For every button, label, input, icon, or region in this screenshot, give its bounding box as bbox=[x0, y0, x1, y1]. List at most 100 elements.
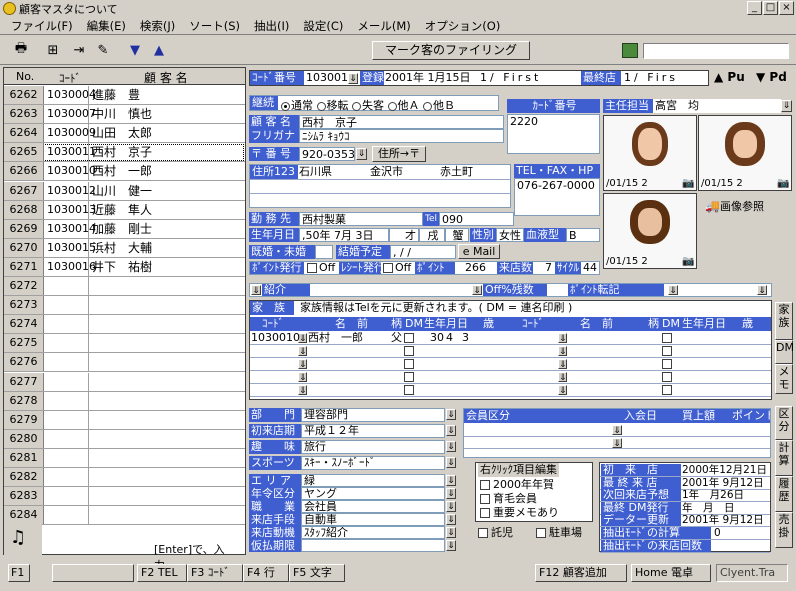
address-town[interactable]: 赤土町 bbox=[440, 165, 473, 179]
job-field[interactable]: 会社員 bbox=[301, 500, 445, 513]
image-reference-button[interactable]: 🚚画像参照 bbox=[705, 198, 791, 216]
tab-receivable[interactable]: 売掛 bbox=[775, 512, 793, 548]
f4-row-key[interactable]: F4 行 bbox=[243, 564, 289, 582]
menu-option[interactable]: オプション(O) bbox=[418, 18, 508, 34]
toolbar-text-field[interactable] bbox=[643, 43, 789, 59]
family-code-dropdown-icon[interactable]: ⇓ bbox=[558, 346, 567, 357]
age-group-field[interactable]: ヤング bbox=[301, 487, 445, 500]
customer-row[interactable]: 6263 1030007 中川 慎也 bbox=[4, 105, 245, 125]
f5-text-key[interactable]: F5 文字 bbox=[289, 564, 345, 582]
family-code-dropdown-icon[interactable]: ⇓ bbox=[558, 385, 567, 396]
last-store-value[interactable]: 1/ Firs bbox=[624, 71, 678, 85]
member-dropdown-icon-1[interactable]: ⇓ bbox=[612, 425, 622, 436]
hobby-dropdown-icon[interactable]: ⇓ bbox=[446, 441, 456, 452]
customer-row[interactable]: 6281 bbox=[4, 448, 245, 468]
first-visit-period-field[interactable]: 平成１２年 bbox=[301, 424, 445, 438]
visit-means-field[interactable]: 自動車 bbox=[301, 513, 445, 526]
customer-row[interactable]: 6277 bbox=[4, 372, 245, 392]
tab-dm[interactable]: DM bbox=[775, 340, 794, 364]
minimize-button[interactable]: _ bbox=[747, 1, 762, 15]
tab-history[interactable]: 履歴 bbox=[775, 476, 793, 512]
insert-row-icon[interactable]: ⇥ bbox=[68, 40, 90, 60]
family-dm-checkbox[interactable] bbox=[404, 333, 414, 343]
camera-icon[interactable]: 📷 bbox=[682, 256, 694, 267]
payment-deadline-dropdown-icon[interactable]: ⇓ bbox=[446, 540, 456, 551]
customer-row[interactable]: 6272 bbox=[4, 277, 245, 296]
radio-normal-icon[interactable] bbox=[281, 101, 290, 111]
customer-row[interactable]: 6273 bbox=[4, 296, 245, 316]
family-dm-checkbox[interactable] bbox=[662, 359, 672, 369]
customer-row[interactable]: 6269 1030014 加藤 剛士 bbox=[4, 219, 245, 239]
tab-family[interactable]: 家族 bbox=[775, 302, 793, 340]
intro-value-dropdown-icon[interactable]: ⇓ bbox=[472, 285, 482, 296]
card-number-field[interactable]: 2220 bbox=[507, 114, 600, 154]
family-dm-checkbox[interactable] bbox=[404, 359, 414, 369]
customer-row[interactable]: 6262 1030004 進藤 豊 bbox=[4, 86, 245, 105]
customer-photo-1[interactable]: /01/15 2 📷 bbox=[603, 115, 697, 191]
customer-row[interactable]: 6271 1030016 井下 祐樹 bbox=[4, 257, 245, 277]
customer-photo-2[interactable]: /01/15 2 📷 bbox=[698, 115, 792, 191]
work-field[interactable]: 西村製菓 bbox=[299, 212, 423, 226]
visit-motive-dropdown-icon[interactable]: ⇓ bbox=[446, 527, 456, 538]
music-icon[interactable]: ♫ bbox=[4, 521, 42, 555]
point-memo-dropdown-icon[interactable]: ⇓ bbox=[757, 285, 767, 296]
home-calc-key[interactable]: Home 電卓 bbox=[631, 564, 711, 582]
visit-means-dropdown-icon[interactable]: ⇓ bbox=[446, 514, 456, 525]
f12-add-customer-key[interactable]: F12 顧客追加 bbox=[535, 564, 627, 582]
area-field[interactable]: 緑 bbox=[301, 474, 445, 487]
point-issue-checkbox[interactable] bbox=[307, 263, 317, 273]
reg-date[interactable]: 2001年 1月15日 bbox=[385, 71, 471, 85]
menu-mail[interactable]: メール(M) bbox=[350, 18, 417, 34]
customer-row[interactable]: 6270 1030015 浜村 大輔 bbox=[4, 238, 245, 258]
family-code-dropdown-icon[interactable]: ⇓ bbox=[298, 359, 307, 370]
marked-filing-button[interactable]: マーク客のファイリング bbox=[372, 41, 530, 60]
sex-field[interactable]: 女性 bbox=[496, 228, 524, 242]
wedding-field[interactable]: , / / bbox=[390, 245, 456, 259]
customer-photo-3[interactable]: /01/15 2 📷 bbox=[603, 193, 697, 269]
visit-motive-field[interactable]: ｽﾀｯﾌ紹介 bbox=[301, 526, 445, 539]
radio-move-icon[interactable] bbox=[316, 101, 326, 111]
move-down-icon[interactable]: ▼ bbox=[124, 40, 146, 60]
customer-row[interactable]: 6267 1030012 山川 健一 bbox=[4, 181, 245, 201]
family-code-dropdown-icon[interactable]: ⇓ bbox=[558, 359, 567, 370]
family-row-month[interactable]: 4 bbox=[446, 332, 453, 344]
hobby-field[interactable]: 旅行 bbox=[301, 440, 445, 454]
customer-row[interactable]: 6268 1030013 近藤 隼人 bbox=[4, 200, 245, 220]
family-dm-checkbox[interactable] bbox=[662, 346, 672, 356]
address-prefecture[interactable]: 石川県 bbox=[299, 165, 332, 179]
family-dm-checkbox[interactable] bbox=[662, 333, 672, 343]
customer-row[interactable]: 6275 bbox=[4, 334, 245, 354]
tab-category[interactable]: 区分 bbox=[775, 406, 793, 440]
camera-icon[interactable]: 📷 bbox=[777, 178, 789, 189]
family-row-name[interactable]: 西村 一郎 bbox=[308, 332, 363, 344]
family-code-dropdown-icon[interactable]: ⇓ bbox=[558, 372, 567, 383]
customer-row[interactable]: 6283 bbox=[4, 487, 245, 507]
customer-name-field[interactable]: 西村 京子 bbox=[299, 115, 504, 129]
menu-settings[interactable]: 設定(C) bbox=[296, 18, 350, 34]
email-button[interactable]: e Mail bbox=[458, 244, 500, 259]
birth-field[interactable]: ,50年 7月 3日 bbox=[299, 228, 389, 242]
family-code-dropdown-icon[interactable]: ⇓ bbox=[298, 346, 307, 357]
childcare-checkbox[interactable]: 託児 bbox=[478, 526, 513, 540]
radio-otherb-icon[interactable] bbox=[423, 101, 432, 111]
family-row-year[interactable]: 30 bbox=[430, 332, 444, 344]
family-dm-checkbox[interactable] bbox=[662, 385, 672, 395]
menu-extract[interactable]: 抽出(I) bbox=[247, 18, 296, 34]
kana-field[interactable]: ﾆｼﾑﾗ ｷｮｳｺ bbox=[299, 129, 504, 143]
customer-row[interactable]: 6280 bbox=[4, 429, 245, 449]
dept-dropdown-icon[interactable]: ⇓ bbox=[446, 409, 456, 420]
family-dm-checkbox[interactable] bbox=[404, 346, 414, 356]
customer-row[interactable]: 6278 bbox=[4, 391, 245, 411]
family-row-relation[interactable]: 父 bbox=[391, 332, 402, 344]
sports-dropdown-icon[interactable]: ⇓ bbox=[446, 457, 456, 468]
menu-search[interactable]: 検索(J) bbox=[133, 18, 182, 34]
menu-file[interactable]: ファイル(F) bbox=[4, 18, 80, 34]
work-tel-field[interactable]: 090 bbox=[439, 212, 514, 226]
maximize-button[interactable]: □ bbox=[763, 1, 778, 15]
eraser-icon[interactable]: ✎ bbox=[92, 40, 114, 60]
tree-icon[interactable]: ⊞ bbox=[42, 40, 64, 60]
close-button[interactable]: × bbox=[779, 1, 794, 15]
rclick-item-1[interactable]: 2000年年賀 bbox=[480, 478, 554, 492]
print-icon[interactable]: 🖶 bbox=[10, 40, 32, 60]
calculator-icon[interactable] bbox=[622, 43, 638, 58]
